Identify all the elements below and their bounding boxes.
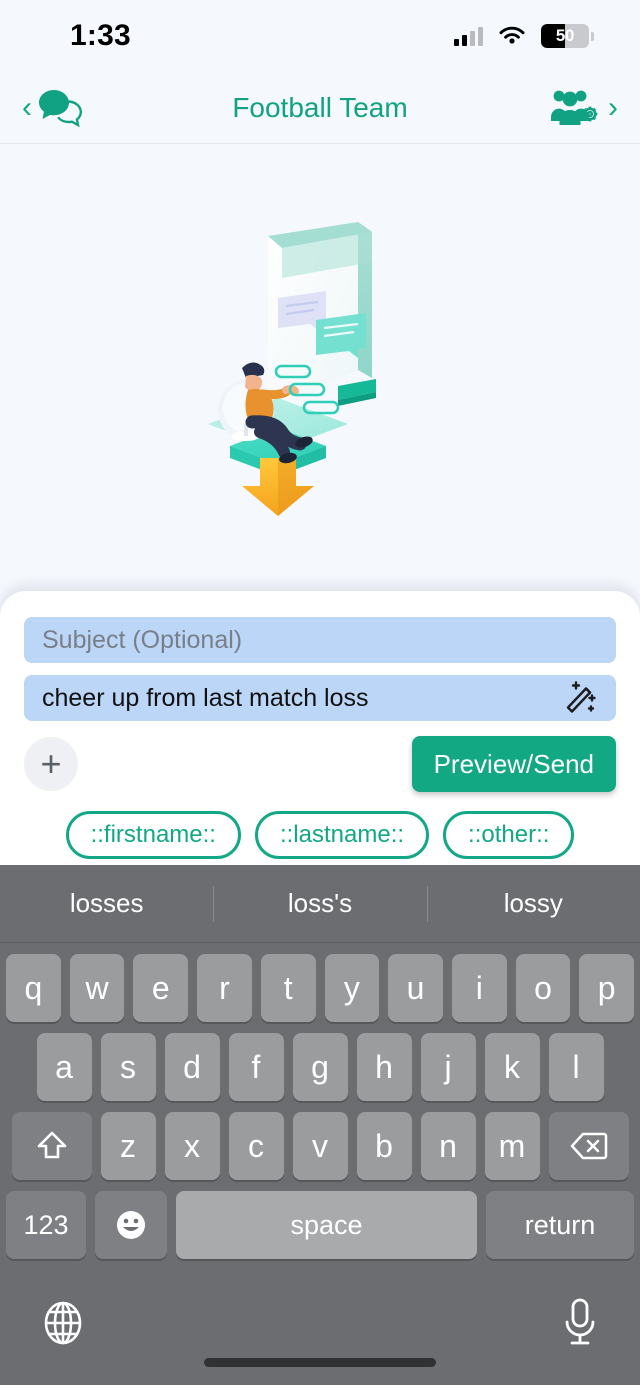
suggestion-0[interactable]: losses <box>0 888 213 919</box>
home-indicator <box>204 1358 436 1367</box>
wifi-icon <box>499 26 525 44</box>
subject-placeholder: Subject (Optional) <box>42 625 243 654</box>
add-attachment-button[interactable]: + <box>24 737 78 791</box>
merge-tag-lastname[interactable]: ::lastname:: <box>254 811 430 859</box>
merge-tag-list: ::firstname:: ::lastname:: ::other:: <box>24 811 616 859</box>
key-d[interactable]: d <box>164 1033 220 1101</box>
keyboard-bottom-bar <box>0 1280 640 1385</box>
key-z[interactable]: z <box>100 1112 156 1180</box>
key-a[interactable]: a <box>36 1033 92 1101</box>
shift-up-arrow-icon[interactable] <box>11 1112 92 1180</box>
back-chevron-icon: ‹ <box>22 90 32 124</box>
nav-bar: ‹ Football Team › <box>0 72 640 144</box>
suggestion-1[interactable]: loss's <box>213 888 426 919</box>
virtual-keyboard: losses loss's lossy q w e r t y u i o p … <box>0 865 640 1385</box>
key-b[interactable]: b <box>356 1112 412 1180</box>
space-key[interactable]: space <box>176 1191 477 1259</box>
keyboard-row-2: a s d f g h j k l <box>0 1033 640 1101</box>
message-text: cheer up from last match loss <box>42 683 369 712</box>
key-f[interactable]: f <box>228 1033 284 1101</box>
suggestion-2[interactable]: lossy <box>427 888 640 919</box>
key-w[interactable]: w <box>69 954 125 1022</box>
key-k[interactable]: k <box>484 1033 540 1101</box>
magic-wand-icon[interactable] <box>560 676 600 721</box>
key-s[interactable]: s <box>100 1033 156 1101</box>
back-button[interactable]: ‹ <box>22 86 90 130</box>
group-settings-icon <box>550 90 598 125</box>
message-input[interactable]: cheer up from last match loss <box>24 675 616 721</box>
key-r[interactable]: r <box>197 954 252 1022</box>
group-settings-button[interactable]: › <box>550 87 618 129</box>
keyboard-row-3: z x c v b n m <box>0 1112 640 1180</box>
composer-actions: + Preview/Send <box>24 735 616 793</box>
status-indicators: 50 <box>454 24 594 48</box>
keyboard-row-4: 123 space return <box>0 1191 640 1259</box>
key-v[interactable]: v <box>292 1112 348 1180</box>
phone-screen: 1:33 50 ‹ Football Team › Subject (Optio… <box>0 0 640 1385</box>
key-c[interactable]: c <box>228 1112 284 1180</box>
merge-tag-firstname[interactable]: ::firstname:: <box>65 811 241 859</box>
chat-bubbles-icon <box>39 89 83 127</box>
numeric-key[interactable]: 123 <box>6 1191 86 1259</box>
key-j[interactable]: j <box>420 1033 476 1101</box>
globe-language-icon[interactable] <box>38 1298 88 1353</box>
key-y[interactable]: y <box>324 954 380 1022</box>
battery-level: 50 <box>555 26 575 45</box>
suggestion-bar: losses loss's lossy <box>0 865 640 943</box>
key-h[interactable]: h <box>356 1033 412 1101</box>
key-m[interactable]: m <box>484 1112 540 1180</box>
subject-input[interactable]: Subject (Optional) <box>24 617 616 663</box>
preview-send-button[interactable]: Preview/Send <box>411 736 616 792</box>
return-key[interactable]: return <box>486 1191 634 1259</box>
key-n[interactable]: n <box>420 1112 476 1180</box>
key-q[interactable]: q <box>5 954 61 1022</box>
cellular-signal-icon <box>454 26 483 46</box>
microphone-icon[interactable] <box>558 1296 602 1355</box>
key-g[interactable]: g <box>292 1033 348 1101</box>
key-t[interactable]: t <box>260 954 316 1022</box>
key-l[interactable]: l <box>548 1033 604 1101</box>
illustration-area <box>0 144 640 591</box>
page-title: Football Team <box>232 91 408 123</box>
keyboard-row-1: q w e r t y u i o p <box>0 954 640 1022</box>
key-o[interactable]: o <box>515 954 571 1022</box>
forward-chevron-icon: › <box>607 90 618 124</box>
battery-icon: 50 <box>541 24 589 48</box>
key-i[interactable]: i <box>451 954 507 1022</box>
key-e[interactable]: e <box>133 954 189 1022</box>
key-u[interactable]: u <box>388 954 443 1022</box>
status-bar: 1:33 50 <box>0 0 640 72</box>
key-x[interactable]: x <box>164 1112 220 1180</box>
key-p[interactable]: p <box>579 954 635 1022</box>
status-time: 1:33 <box>70 19 131 52</box>
merge-tag-other[interactable]: ::other:: <box>443 811 575 859</box>
person-messaging-illustration <box>208 221 376 516</box>
smiley-face-icon[interactable] <box>95 1191 167 1259</box>
backspace-delete-icon[interactable] <box>548 1112 629 1180</box>
message-composer: Subject (Optional) cheer up from last ma… <box>0 591 640 877</box>
